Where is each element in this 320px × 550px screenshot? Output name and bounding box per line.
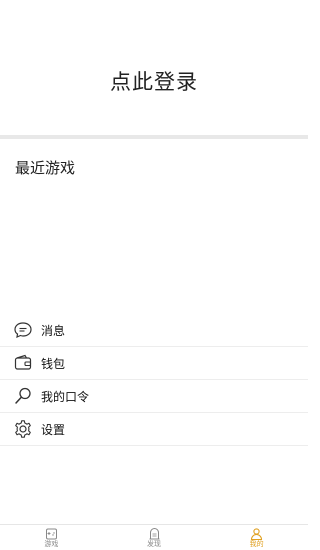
discover-icon [147,527,161,540]
tab-label: 游戏 [44,540,59,548]
login-button-label[interactable]: 点此登录 [0,66,308,96]
message-icon [12,319,34,341]
tab-label: 发现 [147,540,161,548]
menu-item-settings[interactable]: 设置 [0,413,308,446]
menu-item-messages[interactable]: 消息 [0,314,308,347]
menu-item-my-passcode[interactable]: 我的口令 [0,380,308,413]
menu-item-label: 消息 [41,323,66,338]
section-divider [0,135,308,139]
wallet-icon [12,352,34,374]
tab-label: 我的 [249,540,264,548]
menu-item-label: 设置 [41,422,66,437]
gamepad-icon [44,527,58,540]
bottom-tab-bar: 游戏 发现 我的 [0,524,308,550]
gear-icon [12,418,34,440]
menu-item-wallet[interactable]: 钱包 [0,347,308,380]
tab-me[interactable]: 我的 [205,525,308,550]
tab-discover[interactable]: 发现 [103,525,206,550]
tab-games[interactable]: 游戏 [0,525,103,550]
recent-games-title: 最近游戏 [15,159,76,177]
user-icon [250,527,264,540]
menu-item-label: 我的口令 [41,389,90,404]
login-banner[interactable]: 点此登录 [0,0,308,135]
search-icon [12,385,34,407]
menu-list: 消息 钱包 我的口令 设置 [0,314,308,446]
menu-item-label: 钱包 [41,356,66,371]
